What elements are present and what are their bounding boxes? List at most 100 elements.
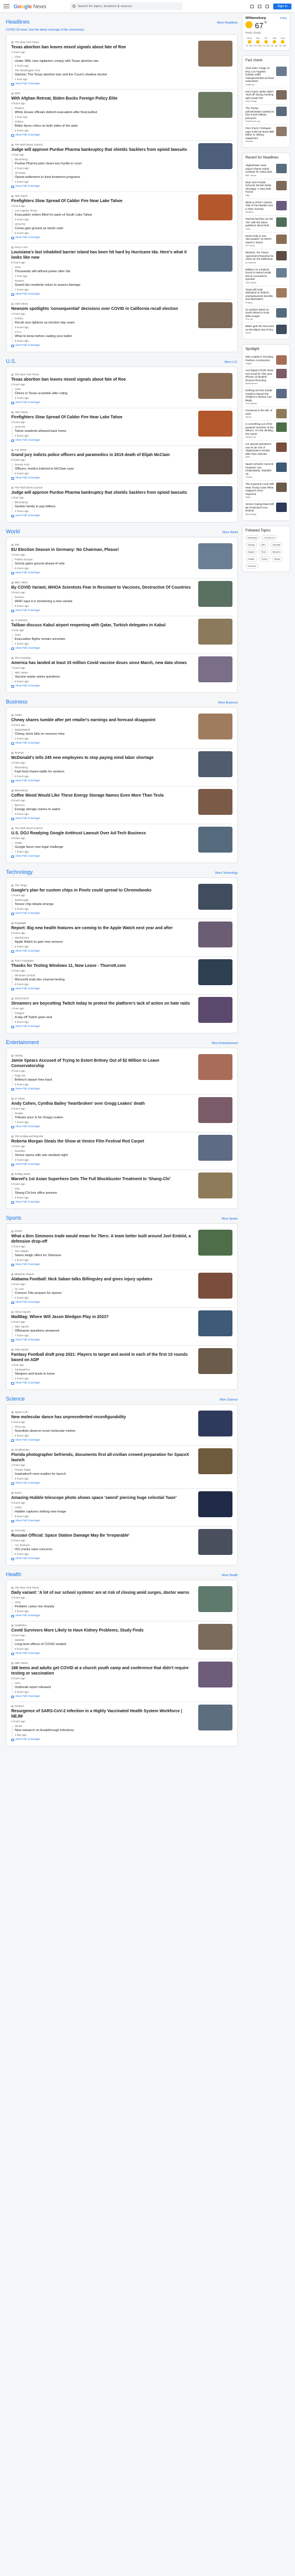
related-story[interactable]: The Washington Post Opinion: The Texas ab… [15, 69, 192, 81]
related-headline[interactable]: Crimson Tide prepare for opener [15, 1292, 192, 1296]
related-headline[interactable]: Energy storage names to watch [15, 808, 192, 812]
story-thumbnail[interactable] [198, 1705, 232, 1730]
business-section-title[interactable]: Business [6, 699, 28, 705]
related-source[interactable]: NEJM [15, 1725, 192, 1728]
lead-story[interactable]: NOLA.com Louisiana's last inhabited barri… [11, 246, 232, 296]
item-thumbnail[interactable] [276, 217, 287, 227]
story-thumbnail[interactable] [198, 1135, 232, 1161]
lead-story[interactable]: The New York Times Daily variant: 'A lot … [11, 1586, 232, 1617]
source-name[interactable]: The Guardian [15, 656, 31, 659]
item-title[interactable]: Need Help to Get Vaccinated? 10 MVPs sta… [245, 235, 274, 245]
lead-story[interactable]: NPR With Afghan Retreat, Biden Bucks Fore… [11, 92, 232, 137]
spotlight-panel-item[interactable]: Nothing Get the Kinder Gardens Report th… [245, 387, 287, 407]
lead-story[interactable]: Gizmodo Russian Official: Space Station D… [11, 1529, 232, 1560]
spotlight-panel-item[interactable]: Facebook is the Hill, of 2021 Wired [245, 407, 287, 421]
related-headline[interactable]: Tensor chip details emerge [15, 903, 192, 907]
story-thumbnail[interactable] [198, 714, 232, 739]
story-headline[interactable]: By COVID Variant, WHOA Scientists Fear i… [11, 585, 192, 590]
entertainment-section-title[interactable]: Entertainment [6, 1039, 39, 1045]
related-source[interactable]: CNN [15, 633, 192, 636]
full-coverage-link[interactable]: View Full Coverage [11, 477, 192, 480]
story-thumbnail[interactable] [198, 194, 232, 220]
related-story[interactable]: Politico Biden faces critics on both side… [15, 120, 192, 132]
related-headline[interactable]: What to know before casting your ballot [15, 335, 192, 339]
story-thumbnail[interactable] [198, 1310, 232, 1336]
lead-story[interactable]: The Hollywood Reporter Roberta Morgan Ste… [11, 1135, 232, 1166]
related-headline[interactable]: A day off Twitch goes viral [15, 1016, 192, 1020]
story-headline[interactable]: Texas abortion ban leaves mixed signals … [11, 45, 192, 50]
source-name[interactable]: TechCrunch [15, 997, 29, 1000]
related-story[interactable]: MacRumors Apple Watch to gain new sensors… [15, 936, 192, 948]
full-coverage-link[interactable]: View Full Coverage [11, 988, 192, 990]
item-thumbnail[interactable] [276, 442, 287, 452]
lead-story[interactable]: Reuters McDonald's tells 245 new employee… [11, 751, 232, 782]
business-more-link[interactable]: More Business [218, 701, 238, 705]
story-headline[interactable]: Streamers are boycotting Twitch today to… [11, 1001, 192, 1006]
related-headline[interactable]: Purdue Pharma plan clears key hurdle in … [15, 162, 192, 166]
related-source[interactable]: Phys.org [15, 1425, 192, 1428]
source-name[interactable]: NBC News [15, 1662, 28, 1665]
related-headline[interactable]: Tributes pour in for Gregg Leakes [15, 1116, 192, 1120]
story-headline[interactable]: With Afghan Retreat, Biden Bucks Foreign… [11, 96, 192, 101]
item-title[interactable]: Fact check: Pentagon says it did not lea… [245, 127, 274, 140]
related-story[interactable]: CDC Outbreak report released 8 hours ago [15, 1682, 192, 1693]
lead-story[interactable]: The Guardian America has landed at least … [11, 656, 232, 688]
full-coverage-link[interactable]: View Full Coverage [11, 1025, 192, 1028]
full-coverage-link[interactable]: View Full Coverage [11, 514, 192, 517]
story-thumbnail[interactable] [198, 543, 232, 569]
topic-chip[interactable]: Tech [258, 549, 268, 554]
related-headline[interactable]: Opioid settlement to fund treatment prog… [15, 176, 192, 180]
source-name[interactable]: The Hollywood Reporter [15, 1135, 44, 1138]
source-name[interactable]: Engadget [15, 922, 26, 924]
related-source[interactable]: CNBC [15, 841, 192, 844]
related-headline[interactable]: Shang-Chi box office preview [15, 1191, 192, 1195]
story-headline[interactable]: Andy Cohen, Cynthia Bailey 'heartbroken'… [11, 1101, 192, 1107]
lead-story[interactable]: CBS News Newsom spotlights 'consequential… [11, 302, 232, 347]
lead-story[interactable]: ESPN What a Ben Simmons trade would mean … [11, 1230, 232, 1266]
full-coverage-link[interactable]: View Full Coverage [11, 1339, 192, 1342]
fact-check-panel-item[interactable]: Fact check: Biden didn't 'Nod off' durin… [245, 88, 287, 105]
story-headline[interactable]: Covid Survivors More Likely to Have Kidn… [11, 1628, 192, 1633]
source-name[interactable]: Smithsonian [15, 1448, 30, 1451]
item-thumbnail[interactable] [276, 180, 287, 190]
story-thumbnail[interactable] [198, 1173, 232, 1198]
spotlight-panel-item[interactable]: Mint Leather's Trending Fashion Accessor… [245, 354, 287, 367]
related-source[interactable]: CNN [15, 266, 192, 269]
sports-section-title[interactable]: Sports [6, 1215, 21, 1221]
related-source[interactable]: CDC [15, 1682, 192, 1685]
story-thumbnail[interactable] [198, 922, 232, 947]
item-thumbnail[interactable] [276, 90, 287, 100]
temperature-unit[interactable]: °F [264, 21, 267, 25]
story-thumbnail[interactable] [198, 1586, 232, 1612]
related-story[interactable]: SFGATE Crews gain ground as winds calm 6 h… [15, 223, 192, 235]
related-story[interactable]: Reuters White House officials defend evac… [15, 107, 192, 118]
source-name[interactable]: NPR [15, 92, 21, 95]
related-source[interactable]: Deadline [15, 1150, 192, 1152]
source-name[interactable]: Space.com [15, 1411, 28, 1414]
topic-chip[interactable]: Health [245, 556, 257, 562]
full-coverage-link[interactable]: View Full Coverage [11, 344, 192, 347]
related-source[interactable]: CNN [15, 1601, 192, 1604]
related-story[interactable]: 9to5Google Tensor chip details emerge 4 ho… [15, 899, 192, 910]
source-name[interactable]: The New York Times [15, 41, 39, 44]
related-headline[interactable]: Sixers weigh offers for Simmons [15, 1254, 192, 1258]
full-coverage-link[interactable]: View Full Coverage [11, 572, 192, 574]
story-thumbnail[interactable] [198, 789, 232, 815]
story-headline[interactable]: Coffee Wood Would Like These Energy Stor… [11, 793, 192, 798]
lead-story[interactable]: The New York Times Texas abortion ban lea… [11, 373, 232, 404]
story-thumbnail[interactable] [198, 448, 232, 474]
topic-chip[interactable]: Movies [270, 549, 283, 554]
related-headline[interactable]: Britney's lawyer fires back [15, 1078, 192, 1082]
related-story[interactable]: CNN Pediatric cases rise sharply 4 hours a… [15, 1601, 192, 1613]
story-thumbnail[interactable] [198, 1491, 232, 1517]
related-source[interactable]: People [15, 1112, 192, 1115]
spotlight-panel-item[interactable]: Are Rapid COVID Tests Not Good for This … [245, 367, 287, 387]
item-thumbnail[interactable] [276, 463, 287, 472]
full-coverage-link[interactable]: View Full Coverage [11, 1163, 192, 1166]
source-name[interactable]: The Wall Street Journal [15, 486, 42, 489]
topic-chip[interactable]: Science [245, 563, 259, 569]
source-name[interactable]: Tom's Hardware [15, 959, 34, 962]
lead-story[interactable]: BBC News By COVID Variant, WHOA Scientist… [11, 581, 232, 612]
related-story[interactable]: CNET Hubble captures striking new image 8 … [15, 1506, 192, 1518]
related-story[interactable]: CNN Thousands still without power after I… [15, 266, 192, 278]
